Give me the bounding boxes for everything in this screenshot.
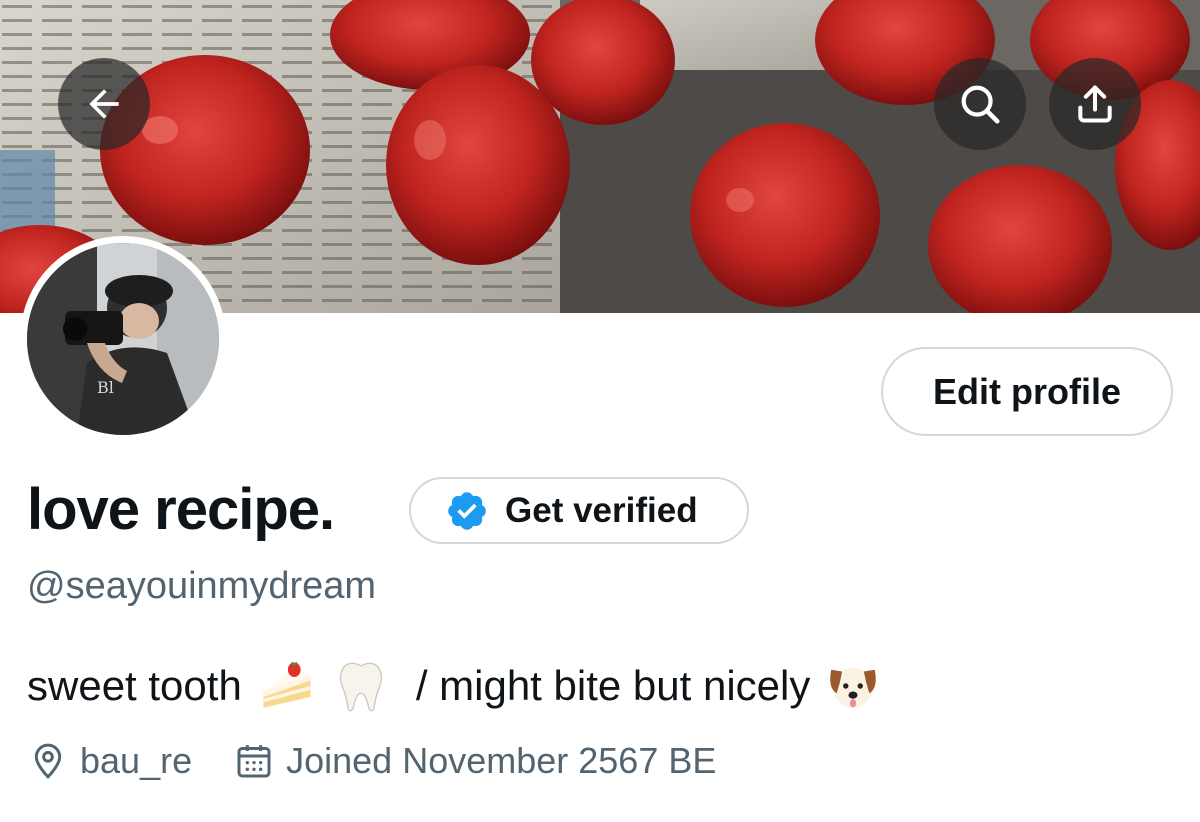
dog-face-emoji bbox=[830, 667, 877, 708]
arrow-left-icon bbox=[89, 89, 119, 119]
joined-item: Joined November 2567 BE bbox=[234, 735, 716, 787]
user-handle: @seayouinmydream bbox=[27, 565, 377, 607]
get-verified-label: Get verified bbox=[505, 490, 698, 530]
back-button[interactable] bbox=[58, 58, 150, 150]
get-verified-button[interactable]: Get verified bbox=[409, 477, 749, 544]
bio-text-part2: / might bite but nicely bbox=[415, 662, 811, 709]
search-button[interactable] bbox=[934, 58, 1026, 150]
profile-bio: sweet tooth / might bite but nicely bbox=[27, 656, 890, 716]
tooth-emoji bbox=[339, 662, 382, 712]
bio-text-part1: sweet tooth bbox=[27, 662, 242, 709]
joined-date: Joined November 2567 BE bbox=[286, 740, 717, 781]
share-upload-icon bbox=[1078, 85, 1112, 123]
svg-text:Bl: Bl bbox=[97, 378, 114, 397]
edit-profile-button[interactable]: Edit profile bbox=[881, 347, 1173, 436]
location-item: bau_re bbox=[28, 735, 192, 787]
location-text: bau_re bbox=[80, 740, 193, 781]
avatar-photo: Bl bbox=[27, 243, 219, 435]
search-icon bbox=[961, 85, 1000, 124]
display-name: love recipe. bbox=[27, 477, 335, 542]
avatar-frame[interactable]: Bl bbox=[20, 236, 226, 442]
calendar-icon bbox=[237, 745, 271, 778]
profile-meta: bau_re Joined November 2567 BE bbox=[28, 735, 716, 787]
verified-badge-icon bbox=[448, 491, 486, 530]
share-button[interactable] bbox=[1049, 58, 1141, 150]
avatar[interactable]: Bl bbox=[27, 243, 219, 435]
shortcake-emoji bbox=[263, 661, 311, 708]
location-pin-icon bbox=[34, 743, 62, 779]
